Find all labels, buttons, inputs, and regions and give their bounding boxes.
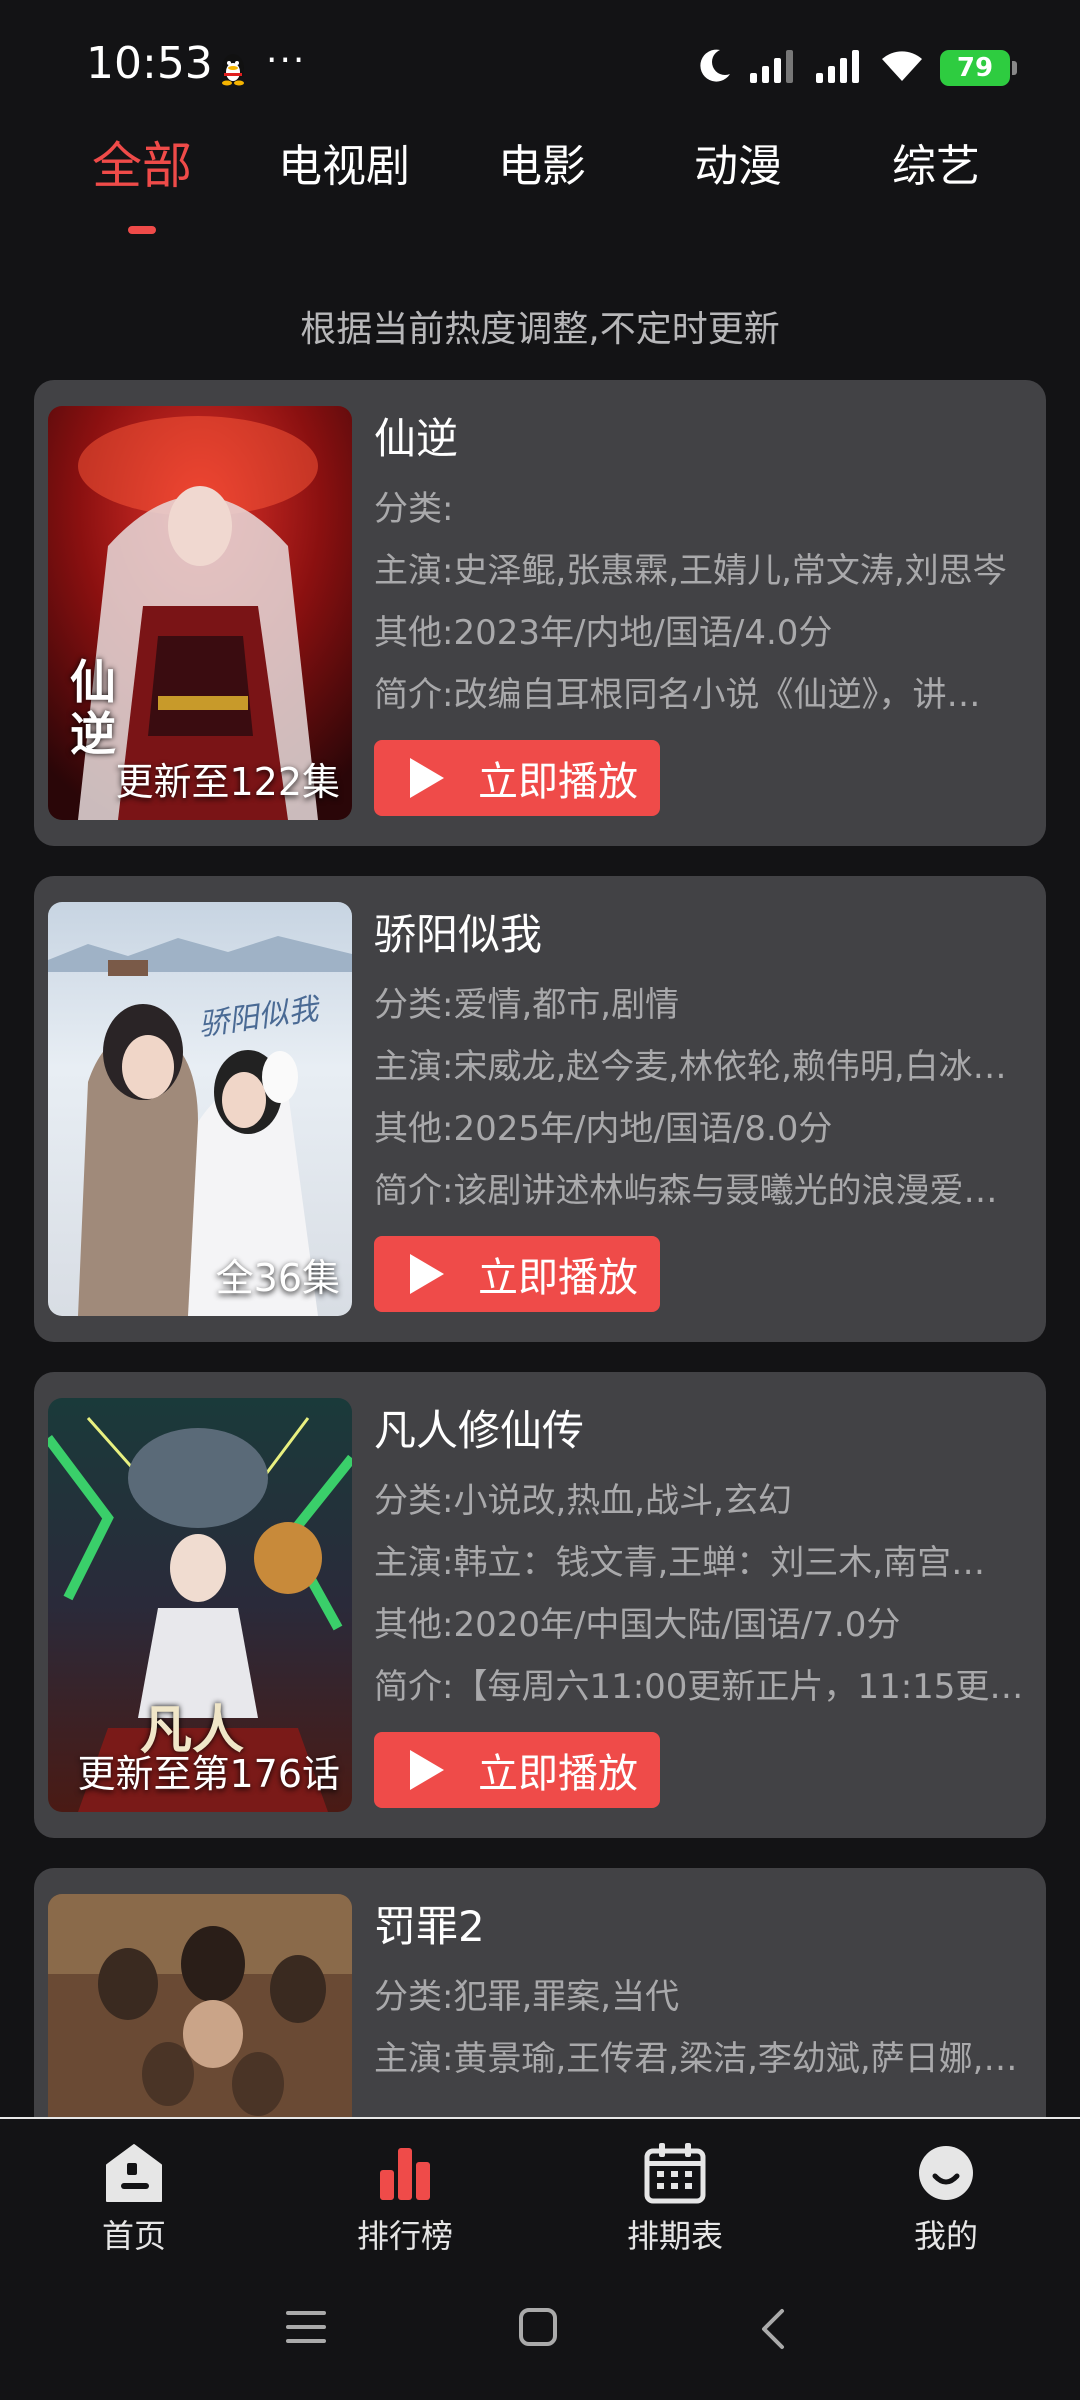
item-category: 分类: — [374, 489, 454, 529]
nav-schedule[interactable]: 排期表 — [575, 2139, 775, 2257]
item-cast: 主演:韩立：钱文青,王蝉：刘三木,南宫… — [374, 1543, 986, 1583]
episode-badge: 更新至122集 — [115, 760, 340, 804]
item-cast: 主演:宋威龙,赵今麦,林依轮,赖伟明,白冰… — [374, 1047, 1007, 1087]
item-title[interactable]: 凡人修仙传 — [374, 1400, 1034, 1462]
profile-icon — [846, 2139, 1046, 2207]
home-icon — [34, 2139, 234, 2207]
item-intro: 简介:【每周六11:00更新正片，11:15更新… — [374, 1667, 1034, 1707]
item-category: 分类:小说改,热血,战斗,玄幻 — [374, 1481, 792, 1521]
item-other: 其他:2023年/内地/国语/4.0分 — [374, 613, 833, 653]
item-title[interactable]: 罚罪2 — [374, 1896, 1034, 1958]
nav-home[interactable]: 首页 — [34, 2139, 234, 2257]
item-title[interactable]: 仙逆 — [374, 408, 1034, 470]
home-square-icon[interactable] — [518, 2307, 558, 2351]
calendar-icon — [575, 2139, 775, 2207]
play-now-button[interactable]: 立即播放 — [374, 1236, 660, 1312]
play-now-label: 立即播放 — [478, 759, 638, 805]
episode-badge: 全36集 — [215, 1256, 340, 1300]
play-icon — [410, 1750, 444, 1790]
play-now-label: 立即播放 — [478, 1255, 638, 1301]
list-item[interactable]: 骄阳似我 全36集 骄阳似我 分类:爱情,都市,剧情 主演:宋威龙,赵今麦,林依… — [34, 876, 1046, 1342]
signal-icon — [748, 49, 798, 87]
tab-anime[interactable]: 动漫 — [694, 130, 782, 194]
play-now-button[interactable]: 立即播放 — [374, 740, 660, 816]
tab-all[interactable]: 全部 — [92, 126, 192, 198]
poster-image[interactable] — [48, 1894, 352, 2117]
battery-icon: 79 — [940, 50, 1017, 86]
bar-chart-icon — [305, 2139, 505, 2207]
moon-icon — [698, 48, 732, 88]
back-icon[interactable] — [758, 2307, 788, 2355]
item-intro: 简介:改编自耳根同名小说《仙逆》，讲… — [374, 675, 981, 715]
poster-image[interactable]: 骄阳似我 全36集 — [48, 902, 352, 1316]
item-category: 分类:爱情,都市,剧情 — [374, 985, 680, 1025]
signal-icon — [814, 49, 864, 87]
list-item[interactable]: 罚罪2 分类:犯罪,罪案,当代 主演:黄景瑜,王传君,梁洁,李幼斌,萨日娜,… — [34, 1868, 1046, 2117]
nav-schedule-label: 排期表 — [626, 2217, 723, 2255]
item-cast: 主演:史泽鲲,张惠霖,王婧儿,常文涛,刘思岑 — [374, 551, 1007, 591]
ranking-notice: 根据当前热度调整,不定时更新 — [300, 309, 780, 350]
item-category: 分类:犯罪,罪案,当代 — [374, 1977, 680, 2017]
ranking-list[interactable]: 仙逆 更新至122集 仙逆 分类: 主演:史泽鲲,张惠霖,王婧儿,常文涛,刘思岑… — [34, 380, 1046, 2117]
menu-icon[interactable] — [286, 2307, 326, 2351]
tab-movies[interactable]: 电影 — [498, 130, 586, 194]
wifi-icon — [880, 49, 924, 87]
episode-badge: 更新至第176话 — [77, 1752, 340, 1796]
play-icon — [410, 1254, 444, 1294]
nav-profile[interactable]: 我的 — [846, 2139, 1046, 2257]
item-other: 其他:2020年/中国大陆/国语/7.0分 — [374, 1605, 901, 1645]
item-other: 其他:2025年/内地/国语/8.0分 — [374, 1109, 833, 1149]
poster-image[interactable]: 仙逆 更新至122集 — [48, 406, 352, 820]
list-item[interactable]: 凡人 更新至第176话 凡人修仙传 分类:小说改,热血,战斗,玄幻 主演:韩立：… — [34, 1372, 1046, 1838]
nav-ranking-label: 排行榜 — [356, 2217, 453, 2255]
nav-home-label: 首页 — [101, 2217, 166, 2255]
poster-image[interactable]: 凡人 更新至第176话 — [48, 1398, 352, 1812]
category-tabs: 全部 电视剧 电影 动漫 综艺 — [0, 130, 1080, 240]
list-item[interactable]: 仙逆 更新至122集 仙逆 分类: 主演:史泽鲲,张惠霖,王婧儿,常文涛,刘思岑… — [34, 380, 1046, 846]
qq-penguin-icon — [218, 52, 248, 86]
play-icon — [410, 758, 444, 798]
tab-variety[interactable]: 综艺 — [892, 130, 980, 194]
nav-ranking[interactable]: 排行榜 — [305, 2139, 505, 2257]
poster-logo: 仙逆 — [70, 655, 116, 761]
active-tab-indicator — [128, 226, 156, 234]
item-cast: 主演:黄景瑜,王传君,梁洁,李幼斌,萨日娜,… — [374, 2039, 1018, 2079]
tab-tv-series[interactable]: 电视剧 — [278, 130, 410, 194]
play-now-label: 立即播放 — [478, 1751, 638, 1797]
status-time: 10:53 — [86, 38, 213, 89]
item-title[interactable]: 骄阳似我 — [374, 904, 1034, 966]
status-more-dots: ··· — [266, 40, 307, 81]
system-navigation-bar — [0, 2267, 1080, 2400]
item-intro: 简介:该剧讲述林屿森与聂曦光的浪漫爱… — [374, 1171, 998, 1211]
bottom-navigation: 首页 排行榜 排期表 我的 — [0, 2117, 1080, 2267]
nav-profile-label: 我的 — [913, 2217, 978, 2255]
play-now-button[interactable]: 立即播放 — [374, 1732, 660, 1808]
status-bar: 10:53 ··· 79 — [0, 0, 1080, 130]
